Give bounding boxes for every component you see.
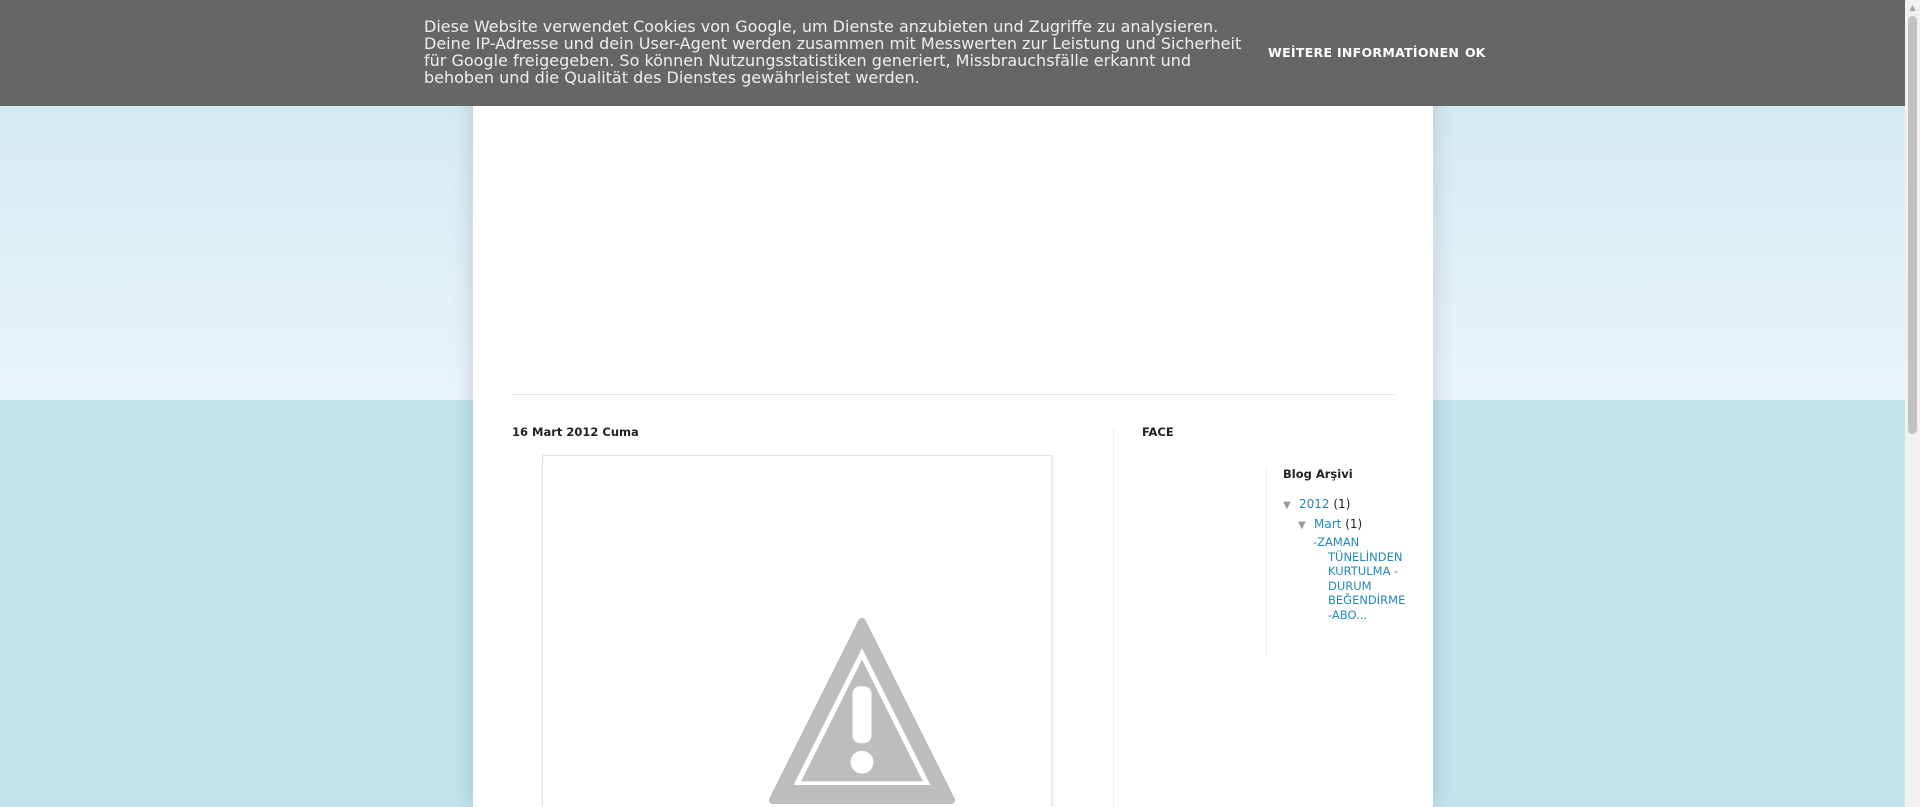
post-date: 16 Mart 2012 Cuma (512, 425, 639, 439)
more-info-link[interactable]: WEİTERE INFORMATİONEN (1268, 45, 1459, 60)
archive-month-row: ▼ Mart (1) (1283, 514, 1398, 534)
blog-archive: Blog Arşivi ▼ 2012 (1) ▼ Mart (1) -ZAMAN T… (1283, 467, 1405, 622)
post-image[interactable] (542, 455, 1052, 807)
cookie-consent-bar: Diese Website verwendet Cookies von Goog… (0, 0, 1905, 106)
archive-year-count: (1) (1333, 497, 1351, 511)
ok-button[interactable]: OK (1465, 45, 1485, 60)
header-divider (512, 394, 1394, 395)
archive-year-row: ▼ 2012 (1) (1283, 494, 1398, 514)
column-divider (1113, 427, 1114, 807)
archive-year-link[interactable]: 2012 (1299, 497, 1330, 511)
sidebar-title-face: FACE (1142, 425, 1174, 439)
archive-month-count: (1) (1345, 517, 1363, 531)
sidebar-divider (1266, 467, 1267, 655)
main-content-column: 16 Mart 2012 Cuma FACE Blog Arşivi ▼ 2012… (473, 0, 1433, 807)
archive-month-link[interactable]: Mart (1314, 517, 1341, 531)
expand-toggle-icon[interactable]: ▼ (1283, 496, 1299, 516)
warning-icon (768, 617, 956, 804)
expand-toggle-icon[interactable]: ▼ (1298, 516, 1314, 536)
archive-post-link[interactable]: -ZAMAN TÜNELİNDEN KURTULMA -DURUM BEĞEND… (1313, 535, 1413, 622)
vertical-scrollbar[interactable]: ▲ (1905, 0, 1920, 807)
scroll-up-arrow-icon[interactable]: ▲ (1905, 0, 1920, 15)
archive-title: Blog Arşivi (1283, 467, 1353, 481)
cookie-message: Diese Website verwendet Cookies von Goog… (424, 17, 1242, 87)
scrollbar-thumb[interactable] (1908, 16, 1917, 434)
